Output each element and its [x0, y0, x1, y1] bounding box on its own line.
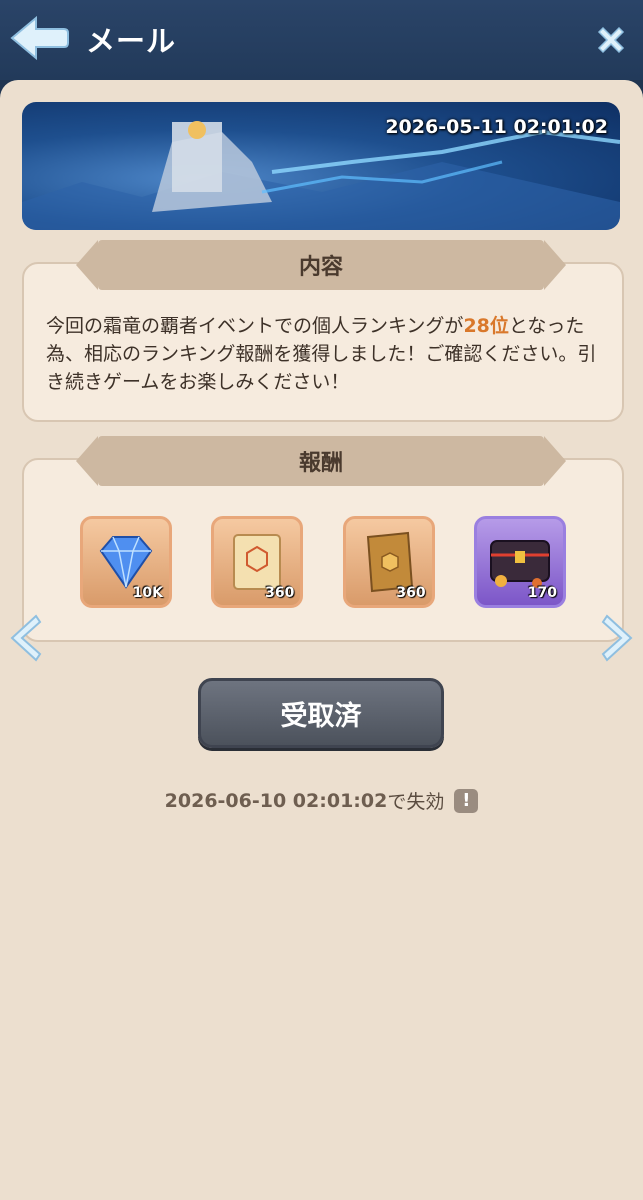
message-text-before: 今回の霜竜の覇者イベントでの個人ランキングが: [46, 315, 464, 337]
arrow-right-icon[interactable]: [601, 612, 637, 664]
content-section: 内容 今回の霜竜の覇者イベントでの個人ランキングが28位となった為、相応のランキ…: [22, 240, 624, 422]
reward-item-diamond[interactable]: 10K: [80, 516, 172, 608]
reward-count: 360: [265, 585, 295, 601]
reward-count: 360: [396, 585, 426, 601]
event-banner: 2026-05-11 02:01:02: [22, 102, 620, 230]
reward-item-chest[interactable]: 170: [473, 516, 566, 608]
expiry-info: 2026-06-10 02:01:02 で失効!: [0, 787, 643, 814]
expiry-datetime: 2026-06-10 02:01:02: [164, 789, 388, 812]
reward-count: 170: [527, 585, 557, 601]
content-heading: 内容: [76, 240, 566, 290]
page-title: メール: [86, 24, 177, 58]
expiry-suffix: で失効: [387, 791, 445, 813]
info-icon[interactable]: !: [454, 788, 479, 813]
claimed-button[interactable]: 受取済: [198, 678, 444, 748]
reward-item-book[interactable]: 360: [342, 516, 435, 608]
reward-items: 10K 360 360 170: [80, 516, 566, 614]
reward-section: 報酬 10K 360 360 170: [22, 436, 624, 642]
close-icon[interactable]: [593, 22, 629, 58]
reward-item-scroll[interactable]: 360: [211, 516, 304, 608]
rank-value: 28位: [463, 315, 509, 337]
banner-date: 2026-05-11 02:01:02: [385, 116, 608, 138]
reward-count: 10K: [132, 585, 163, 601]
arrow-left-icon[interactable]: [6, 612, 42, 664]
back-arrow-icon[interactable]: [8, 12, 70, 64]
message-text: 今回の霜竜の覇者イベントでの個人ランキングが28位となった為、相応のランキング報…: [46, 312, 602, 396]
mail-panel: 2026-05-11 02:01:02 内容 今回の霜竜の覇者イベントでの個人ラ…: [0, 80, 643, 1200]
header-bar: メール: [0, 0, 643, 80]
reward-heading: 報酬: [76, 436, 566, 486]
